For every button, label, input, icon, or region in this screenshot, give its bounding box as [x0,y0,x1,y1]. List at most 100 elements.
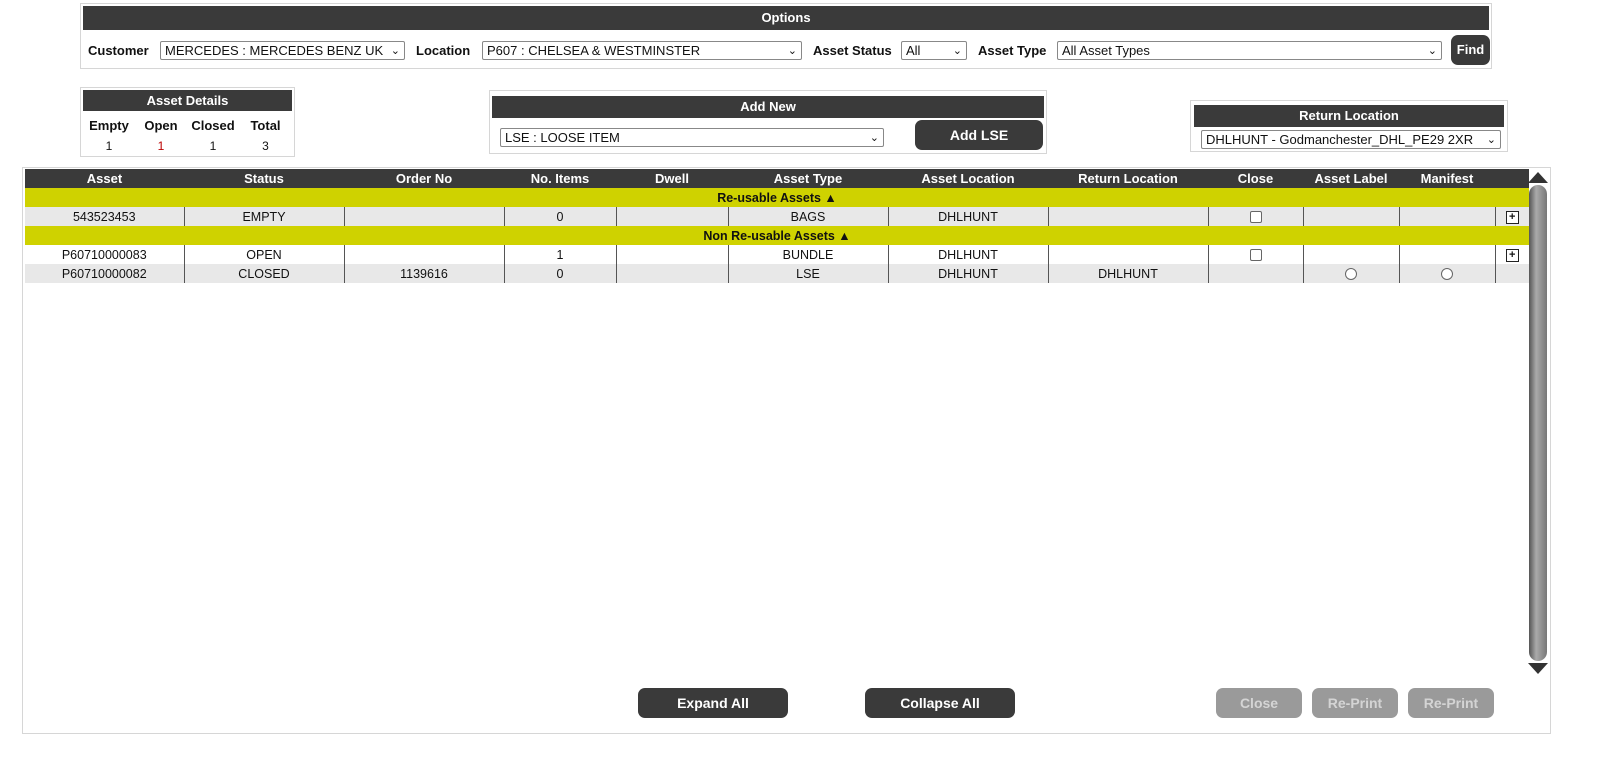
options-panel: Options Customer MERCEDES : MERCEDES BEN… [80,3,1492,69]
asset-details-headers: Empty Open Closed Total [83,118,292,133]
col-status[interactable]: Status [184,169,344,188]
cell-asset: P60710000083 [25,245,184,264]
cell-order-no: 1139616 [343,264,504,283]
asset-type-select-value: All Asset Types [1062,43,1150,58]
cell-order-no [343,207,504,226]
total-count: 3 [262,139,269,153]
find-button[interactable]: Find [1451,35,1490,65]
open-count: 1 [157,139,165,153]
add-new-title: Add New [492,96,1044,118]
close-checkbox[interactable] [1249,249,1262,262]
cell-asset-type: BAGS [727,207,888,226]
group-label[interactable]: Non Re-usable Assets ▲ [25,226,1529,245]
col-no-items[interactable]: No. Items [504,169,616,188]
assets-table: Asset Status Order No No. Items Dwell As… [25,169,1529,283]
cell-asset-type: BUNDLE [727,245,888,264]
total-header: Total [250,118,281,133]
asset-status-select[interactable]: All ⌄ [901,41,967,60]
col-return-location[interactable]: Return Location [1048,169,1208,188]
chevron-down-icon: ⌄ [390,45,400,57]
plus-box-icon[interactable]: + [1505,210,1519,224]
cell-asset: 543523453 [25,207,184,226]
cell-return-location [1047,245,1208,264]
scrollbar-thumb[interactable] [1529,185,1547,661]
table-header-row: Asset Status Order No No. Items Dwell As… [25,169,1529,188]
vertical-scrollbar[interactable] [1527,170,1549,676]
cell-expand: + [1494,207,1529,226]
chevron-down-icon: ⌄ [1427,45,1437,57]
plus-box-icon[interactable]: + [1505,248,1519,262]
empty-count: 1 [105,139,113,153]
cell-expand: + [1494,245,1529,264]
asset-details-panel: Asset Details Empty Open Closed Total 1 … [80,87,295,157]
cell-asset-location: DHLHUNT [887,264,1048,283]
cell-asset: P60710000082 [25,264,184,283]
cell-close [1207,245,1303,264]
return-location-title: Return Location [1194,105,1504,127]
triangle-up-icon[interactable] [1527,170,1549,184]
cell-asset-label [1302,264,1399,283]
col-order-no[interactable]: Order No [344,169,504,188]
reprint-label-button[interactable]: Re-Print [1312,688,1398,718]
group-label[interactable]: Re-usable Assets ▲ [25,188,1529,207]
add-new-select[interactable]: LSE : LOOSE ITEM ⌄ [500,128,884,147]
col-manifest[interactable]: Manifest [1399,169,1495,188]
asset-details-title: Asset Details [83,90,292,111]
reprint-manifest-button[interactable]: Re-Print [1408,688,1494,718]
chevron-down-icon: ⌄ [1486,134,1496,146]
location-select[interactable]: P607 : CHELSEA & WESTMINSTER ⌄ [482,41,802,60]
cell-dwell [615,245,728,264]
cell-return-location: DHLHUNT [1047,264,1208,283]
cell-manifest [1398,264,1495,283]
assets-grid-panel: Asset Status Order No No. Items Dwell As… [22,167,1551,734]
close-checkbox[interactable] [1249,211,1262,224]
table-row: P60710000083 OPEN 1 BUNDLE DHLHUNT + [25,245,1529,264]
empty-header: Empty [89,118,129,133]
cell-asset-label [1302,245,1399,264]
col-asset-location[interactable]: Asset Location [888,169,1048,188]
expand-all-button[interactable]: Expand All [638,688,788,718]
group-row-reusable[interactable]: Re-usable Assets ▲ [25,188,1529,207]
asset-type-select[interactable]: All Asset Types ⌄ [1057,41,1442,60]
closed-count: 1 [209,139,217,153]
collapse-all-button[interactable]: Collapse All [865,688,1015,718]
cell-items: 0 [503,264,616,283]
col-dwell[interactable]: Dwell [616,169,728,188]
chevron-down-icon: ⌄ [952,45,962,57]
cell-asset-label [1302,207,1399,226]
close-button[interactable]: Close [1216,688,1302,718]
cell-status: CLOSED [183,264,344,283]
cell-close [1207,207,1303,226]
manifest-radio[interactable] [1441,268,1453,281]
triangle-down-icon[interactable] [1527,662,1549,676]
asset-label-radio[interactable] [1345,268,1357,281]
closed-header: Closed [191,118,235,133]
cell-asset-location: DHLHUNT [887,207,1048,226]
cell-manifest [1398,207,1495,226]
col-close[interactable]: Close [1208,169,1303,188]
asset-status-select-value: All [906,43,921,58]
asset-details-values: 1 1 1 3 [83,139,292,153]
chevron-down-icon: ⌄ [787,45,797,57]
cell-return-location [1047,207,1208,226]
table-row: P60710000082 CLOSED 1139616 0 LSE DHLHUN… [25,264,1529,283]
group-row-non-reusable[interactable]: Non Re-usable Assets ▲ [25,226,1529,245]
col-asset-type[interactable]: Asset Type [728,169,888,188]
cell-dwell [615,264,728,283]
cell-close [1207,264,1303,283]
table-row: 543523453 EMPTY 0 BAGS DHLHUNT + [25,207,1529,226]
col-asset-label[interactable]: Asset Label [1303,169,1399,188]
col-asset[interactable]: Asset [25,169,184,188]
add-lse-button[interactable]: Add LSE [915,120,1043,150]
cell-dwell [615,207,728,226]
asset-status-label: Asset Status [813,43,892,58]
chevron-down-icon: ⌄ [869,132,879,144]
customer-select[interactable]: MERCEDES : MERCEDES BENZ UK ⌄ [160,41,405,60]
cell-items: 0 [503,207,616,226]
location-label: Location [416,43,471,58]
cell-items: 1 [503,245,616,264]
asset-type-label: Asset Type [978,43,1047,58]
options-title: Options [83,6,1489,30]
return-location-select[interactable]: DHLHUNT - Godmanchester_DHL_PE29 2XR ⌄ [1201,130,1501,149]
add-new-panel: Add New LSE : LOOSE ITEM ⌄ Add LSE [489,90,1047,154]
